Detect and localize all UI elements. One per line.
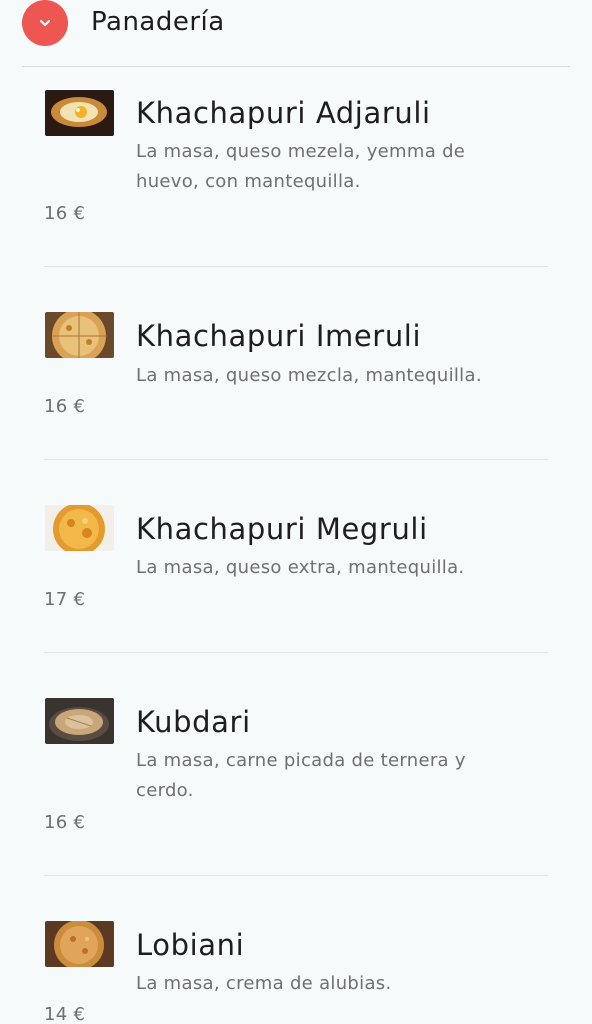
item-name: Khachapuri Imeruli: [136, 319, 422, 353]
item-description: La masa, carne picada de ternera y cerdo…: [136, 750, 466, 801]
kubdari-photo: [45, 698, 114, 744]
item-name: Khachapuri Adjaruli: [136, 96, 431, 130]
item-divider: [44, 875, 548, 876]
item-description: La masa, queso mezcla, mantequilla.: [136, 365, 482, 386]
section-header[interactable]: Panadería: [0, 0, 592, 66]
chevron-down-icon: [39, 19, 51, 27]
item-name: Kubdari: [136, 705, 251, 739]
item-price: 16 €: [44, 203, 86, 224]
item-description: La masa, crema de alubias.: [136, 973, 392, 994]
item-description: La masa, queso mezela, yemma de huevo, c…: [136, 141, 466, 192]
item-name: Khachapuri Megruli: [136, 512, 428, 546]
khachapuri-adjaruli-photo: [45, 90, 114, 136]
item-price: 17 €: [44, 589, 86, 610]
item-price: 14 €: [44, 1004, 86, 1024]
collapse-section-button[interactable]: [22, 0, 68, 46]
item-divider: [44, 266, 548, 267]
item-name: Lobiani: [136, 928, 245, 962]
section-title: Panadería: [91, 7, 225, 37]
menu-page: Panadería Khachapuri Adjaruli La masa, q…: [0, 0, 592, 1024]
khachapuri-imeruli-photo: [45, 312, 114, 358]
header-divider: [22, 66, 570, 67]
khachapuri-megruli-photo: [45, 505, 114, 551]
item-price: 16 €: [44, 396, 86, 417]
lobiani-photo: [45, 921, 114, 967]
item-divider: [44, 652, 548, 653]
item-price: 16 €: [44, 812, 86, 833]
item-description: La masa, queso extra, mantequilla.: [136, 557, 465, 578]
item-divider: [44, 459, 548, 460]
